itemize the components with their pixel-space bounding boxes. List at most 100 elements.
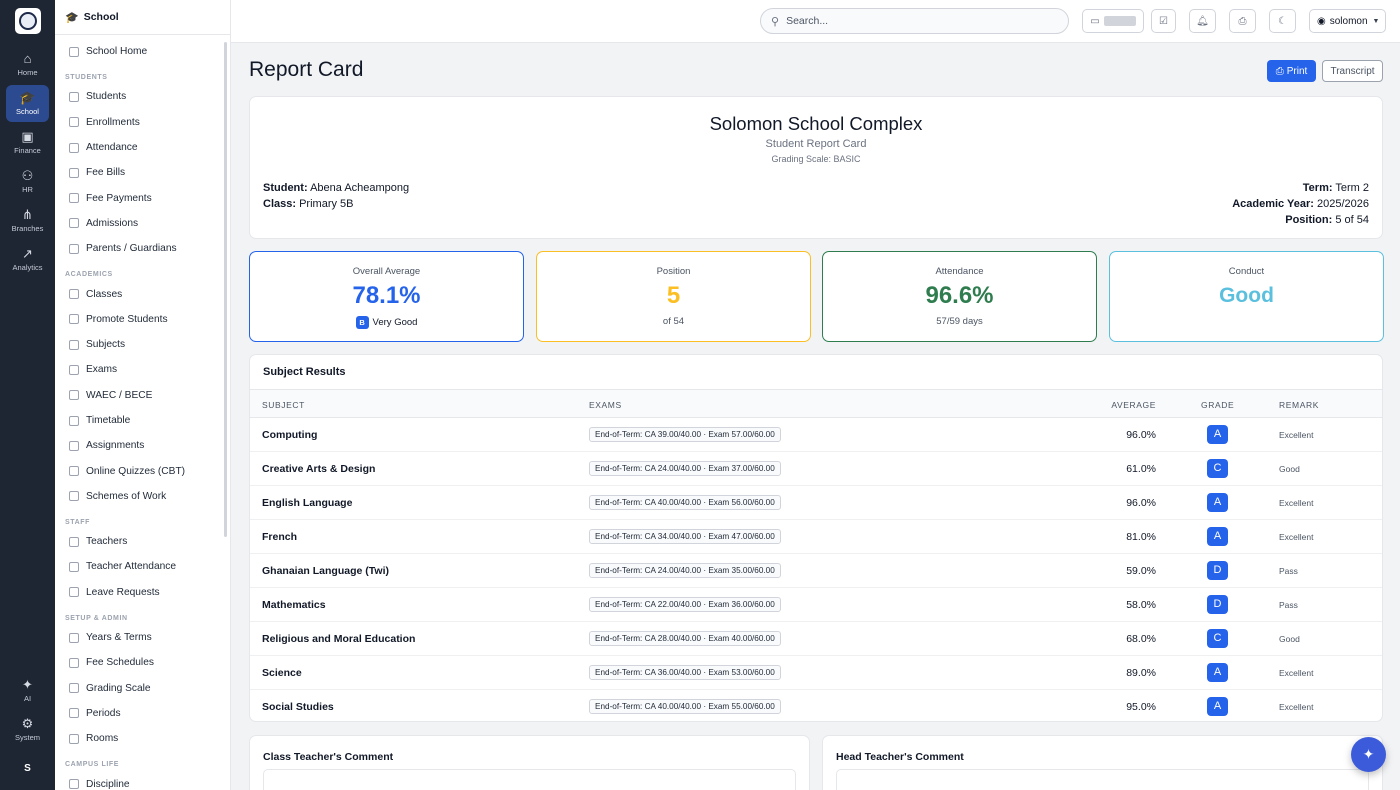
sidebar-item-teacher-attendance[interactable]: Teacher Attendance: [63, 554, 230, 579]
grade-badge: B: [355, 316, 369, 329]
print-button[interactable]: ⎙ Print: [1267, 60, 1316, 82]
sidebar-item-timetable[interactable]: Timetable: [63, 408, 230, 433]
student-info: Student: Abena Acheampong Class: Primary…: [263, 180, 409, 212]
search-box[interactable]: ⚲: [760, 8, 1069, 34]
sidebar-item-leave-requests[interactable]: Leave Requests: [63, 580, 230, 605]
exam-breakdown-chip: End-of-Term: CA 28.00/40.00 · Exam 40.00…: [589, 631, 781, 646]
topbar: ⚲ ▭ ☑ 🔔︎ ⎙ ☾ ◉ solomon ▼: [231, 0, 1400, 43]
sidebar-item-label: Subjects: [86, 339, 126, 351]
sparkle-icon: ✦: [1362, 746, 1375, 762]
leave-requests-icon: [69, 587, 79, 598]
sidebar-item-periods[interactable]: Periods: [63, 701, 230, 726]
subject-remark: Excellent: [1279, 498, 1314, 508]
table-row: Ghanaian Language (Twi) End-of-Term: CA 2…: [250, 554, 1382, 588]
sidebar-item-label: WAEC / BECE: [86, 389, 153, 401]
sidebar-item-grading-scale[interactable]: Grading Scale: [63, 676, 230, 701]
subject-average: 81.0%: [1126, 531, 1156, 543]
rail-item-hr[interactable]: ⚇ HR: [6, 163, 49, 200]
sidebar-item-students[interactable]: Students: [63, 84, 230, 109]
term-selector-button[interactable]: ▭: [1082, 9, 1144, 33]
rail-item-home[interactable]: ⌂ Home: [6, 46, 49, 83]
head-teacher-comment-box[interactable]: [836, 769, 1369, 790]
fee-bills-icon: [69, 167, 79, 178]
user-avatar[interactable]: S: [16, 756, 40, 780]
sidebar-item-classes[interactable]: Classes: [63, 281, 230, 306]
school-logo[interactable]: [14, 8, 41, 34]
sidebar-item-enrollments[interactable]: Enrollments: [63, 110, 230, 135]
sidebar-item-label: Classes: [86, 288, 123, 300]
theme-toggle-button[interactable]: ☾: [1269, 9, 1296, 33]
term-label: Term:: [1302, 182, 1333, 194]
printer-button[interactable]: ⎙: [1229, 9, 1256, 33]
sidebar-item-exams[interactable]: Exams: [63, 357, 230, 382]
sidebar-item-online-quizzes-cbt[interactable]: Online Quizzes (CBT): [63, 458, 230, 483]
rail-item-system[interactable]: ⚙ System: [6, 711, 49, 748]
exam-breakdown-chip: End-of-Term: CA 40.00/40.00 · Exam 55.00…: [589, 699, 781, 714]
sidebar-item-fee-bills[interactable]: Fee Bills: [63, 160, 230, 185]
user-menu[interactable]: ◉ solomon ▼: [1309, 9, 1386, 33]
subjects-icon: [69, 339, 79, 350]
subject-name: English Language: [262, 497, 353, 509]
rail-item-branches[interactable]: ⋔ Branches: [6, 202, 49, 239]
enrollments-icon: [69, 117, 79, 128]
table-row: Religious and Moral Education End-of-Term…: [250, 622, 1382, 656]
grade-badge: C: [1207, 629, 1228, 648]
sidebar-item-school-home[interactable]: School Home: [63, 39, 230, 64]
graduation-cap-icon: 🎓: [65, 11, 79, 24]
sidebar-item-teachers[interactable]: Teachers: [63, 529, 230, 554]
exam-breakdown-chip: End-of-Term: CA 39.00/40.00 · Exam 57.00…: [589, 427, 781, 442]
sidebar-item-attendance[interactable]: Attendance: [63, 135, 230, 160]
stat-value: 5: [666, 282, 681, 309]
subject-remark: Excellent: [1279, 668, 1314, 678]
subject-name: Ghanaian Language (Twi): [262, 565, 389, 577]
branches-icon: ⋔: [22, 207, 33, 222]
sidebar-item-schemes-of-work[interactable]: Schemes of Work: [63, 484, 230, 509]
stat-title: Attendance: [935, 266, 984, 277]
overall-average-card: Overall Average 78.1% B Very Good: [249, 251, 524, 342]
year-label: Academic Year:: [1232, 198, 1314, 210]
rail-item-school[interactable]: 🎓 School: [6, 85, 49, 122]
sidebar-item-label: Fee Payments: [86, 192, 152, 204]
grading-scale-icon: [69, 683, 79, 694]
subject-remark: Pass: [1279, 566, 1298, 576]
sidebar-item-assignments[interactable]: Assignments: [63, 433, 230, 458]
sidebar-item-years-terms[interactable]: Years & Terms: [63, 625, 230, 650]
sidebar-item-fee-schedules[interactable]: Fee Schedules: [63, 650, 230, 675]
tasks-button[interactable]: ☑: [1151, 9, 1176, 33]
stat-value: Good: [1219, 284, 1274, 307]
head-teacher-comment-card: Head Teacher's Comment: [822, 735, 1383, 790]
admissions-icon: [69, 218, 79, 229]
report-subtitle: Student Report Card: [765, 138, 867, 150]
sidebar-item-rooms[interactable]: Rooms: [63, 726, 230, 751]
sidebar-item-parents-guardians[interactable]: Parents / Guardians: [63, 236, 230, 261]
results-table-header: SUBJECT EXAMS AVERAGE GRADE REMARK: [250, 389, 1382, 418]
sidebar-item-admissions[interactable]: Admissions: [63, 211, 230, 236]
home-icon: ⌂: [23, 51, 32, 66]
sidebar-item-promote-students[interactable]: Promote Students: [63, 307, 230, 332]
rail-item-ai[interactable]: ✦ AI: [6, 672, 49, 709]
user-name: solomon: [1329, 15, 1368, 27]
transcript-button[interactable]: Transcript: [1322, 60, 1383, 82]
rail-item-label: Finance: [14, 146, 41, 155]
rail-item-label: School: [16, 107, 39, 116]
class-teacher-comment-box[interactable]: [263, 769, 796, 790]
fee-payments-icon: [69, 193, 79, 204]
table-row: English Language End-of-Term: CA 40.00/40…: [250, 486, 1382, 520]
table-row: Social Studies End-of-Term: CA 40.00/40.0…: [250, 690, 1382, 721]
sidebar-item-subjects[interactable]: Subjects: [63, 332, 230, 357]
rail-item-finance[interactable]: ▣ Finance: [6, 124, 49, 161]
rail-item-analytics[interactable]: ↗ Analytics: [6, 241, 49, 278]
teacher-attendance-icon: [69, 561, 79, 572]
printer-icon: ⎙: [1238, 15, 1247, 27]
sidebar-item-fee-payments[interactable]: Fee Payments: [63, 185, 230, 210]
parents-guardians-icon: [69, 243, 79, 254]
sidebar-scrollbar[interactable]: [224, 42, 227, 537]
sidebar-item-discipline[interactable]: Discipline: [63, 771, 230, 790]
sidebar-item-waec-bece[interactable]: WAEC / BECE: [63, 383, 230, 408]
search-input[interactable]: [786, 15, 1047, 27]
stat-value: 96.6%: [925, 282, 994, 309]
ai-assistant-button[interactable]: ✦: [1351, 737, 1386, 772]
sidebar-item-label: Fee Bills: [86, 167, 126, 179]
fee-schedules-icon: [69, 657, 79, 668]
notifications-button[interactable]: 🔔︎: [1189, 9, 1216, 33]
